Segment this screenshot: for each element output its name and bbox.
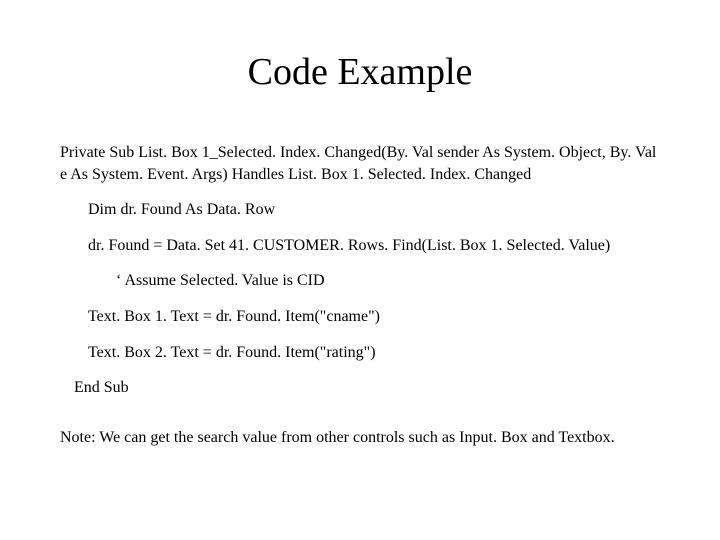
code-dim: Dim dr. Found As Data. Row [60,199,660,221]
code-textbox2: Text. Box 2. Text = dr. Found. Item("rat… [60,342,660,364]
code-textbox1: Text. Box 1. Text = dr. Found. Item("cna… [60,306,660,328]
slide-note: Note: We can get the search value from o… [60,427,660,449]
slide-title: Code Example [60,50,660,94]
code-assign: dr. Found = Data. Set 41. CUSTOMER. Rows… [60,235,660,257]
code-endsub: End Sub [60,377,660,399]
code-comment: ‘ Assume Selected. Value is CID [60,270,660,292]
code-signature: Private Sub List. Box 1_Selected. Index.… [60,142,660,185]
